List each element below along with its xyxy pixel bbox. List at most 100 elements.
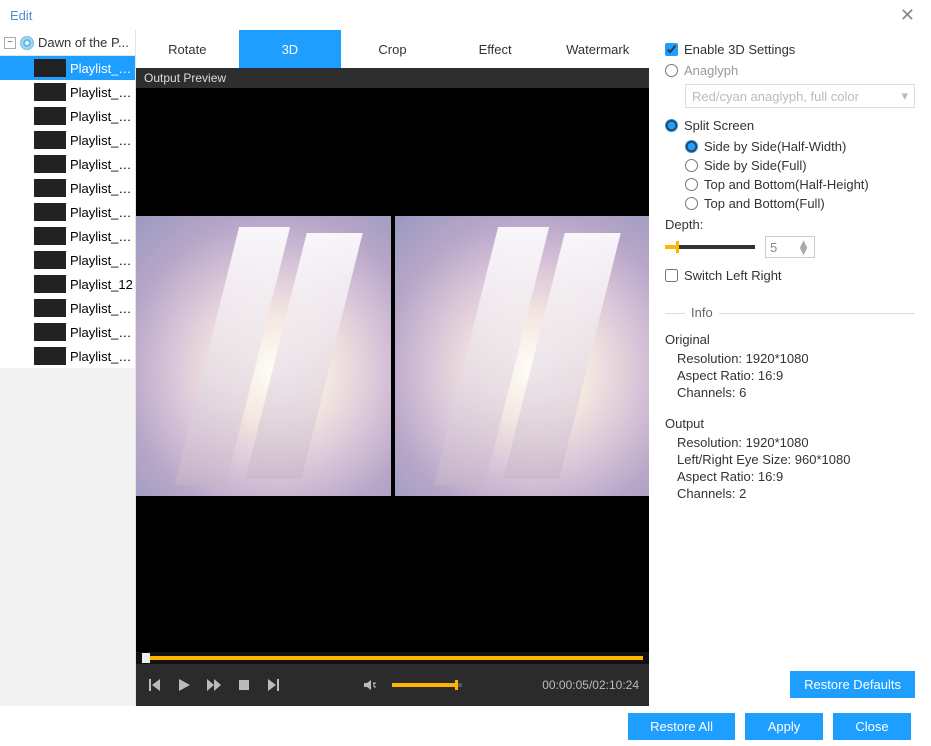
info-output-aspect: Aspect Ratio: 16:9 bbox=[677, 469, 915, 484]
play-icon[interactable] bbox=[176, 677, 192, 693]
info-output-eye: Left/Right Eye Size: 960*1080 bbox=[677, 452, 915, 467]
switch-lr-checkbox[interactable]: Switch Left Right bbox=[665, 268, 915, 283]
depth-value: 5 bbox=[770, 240, 777, 255]
tab-effect[interactable]: Effect bbox=[444, 30, 547, 68]
depth-stepper[interactable]: 5 ▲▼ bbox=[765, 236, 815, 258]
sidebar: − Dawn of the P... Playlist_80.. Playlis… bbox=[0, 30, 136, 706]
close-button[interactable]: Close bbox=[833, 713, 911, 740]
volume-slider[interactable] bbox=[392, 683, 462, 687]
thumbnail bbox=[34, 131, 66, 149]
disc-name: Dawn of the P... bbox=[38, 35, 131, 50]
playlist-label: Playlist_14.. bbox=[70, 181, 135, 196]
timeline-thumb[interactable] bbox=[142, 653, 150, 663]
thumbnail bbox=[34, 227, 66, 245]
top-full-radio[interactable]: Top and Bottom(Full) bbox=[685, 196, 915, 211]
playlist-label: Playlist_122 bbox=[70, 301, 135, 316]
thumbnail bbox=[34, 299, 66, 317]
playlist-item[interactable]: Playlist_12 bbox=[0, 272, 135, 296]
fast-forward-icon[interactable] bbox=[206, 677, 222, 693]
info-output-channels: Channels: 2 bbox=[677, 486, 915, 501]
info-original-aspect: Aspect Ratio: 16:9 bbox=[677, 368, 915, 383]
info-original-resolution: Resolution: 1920*1080 bbox=[677, 351, 915, 366]
volume-icon[interactable] bbox=[362, 677, 378, 693]
playlist-label: Playlist_251 bbox=[70, 229, 135, 244]
chevron-down-icon: ▾ bbox=[901, 88, 908, 104]
playlist-label: Playlist_12 bbox=[70, 277, 133, 292]
thumbnail bbox=[34, 59, 66, 77]
playlist-item[interactable]: Playlist_800 bbox=[0, 200, 135, 224]
playlist-label: Playlist_12.. bbox=[70, 109, 135, 124]
playlist-item[interactable]: Playlist_141 bbox=[0, 320, 135, 344]
playlist-label: Playlist_12.. bbox=[70, 133, 135, 148]
thumbnail bbox=[34, 203, 66, 221]
thumbnail bbox=[34, 155, 66, 173]
apply-button[interactable]: Apply bbox=[745, 713, 823, 740]
info-original-channels: Channels: 6 bbox=[677, 385, 915, 400]
footer: Restore All Apply Close bbox=[0, 706, 931, 746]
playlist-item[interactable]: Playlist_12.. bbox=[0, 128, 135, 152]
thumbnail bbox=[34, 275, 66, 293]
playlist-item[interactable]: Playlist_12.. bbox=[0, 152, 135, 176]
thumbnail bbox=[34, 251, 66, 269]
enable-3d-checkbox[interactable]: Enable 3D Settings bbox=[665, 42, 915, 57]
stop-icon[interactable] bbox=[236, 677, 252, 693]
anaglyph-select[interactable]: Red/cyan anaglyph, full color ▾ bbox=[685, 84, 915, 108]
playlist-item[interactable]: Playlist_251 bbox=[0, 224, 135, 248]
playlist-item[interactable]: Playlist_123 bbox=[0, 248, 135, 272]
playlist-label: Playlist_80.. bbox=[70, 61, 135, 76]
time-display: 00:00:05/02:10:24 bbox=[542, 678, 639, 692]
depth-slider[interactable] bbox=[665, 245, 755, 249]
window-title: Edit bbox=[10, 8, 32, 23]
playlist-item[interactable]: Playlist_14.. bbox=[0, 176, 135, 200]
playlist-label: Playlist_25.. bbox=[70, 85, 135, 100]
playlist-item[interactable]: Playlist_250 bbox=[0, 344, 135, 368]
tabs: Rotate 3D Crop Effect Watermark bbox=[136, 30, 649, 68]
side-full-radio[interactable]: Side by Side(Full) bbox=[685, 158, 915, 173]
thumbnail bbox=[34, 107, 66, 125]
restore-all-button[interactable]: Restore All bbox=[628, 713, 735, 740]
thumbnail bbox=[34, 83, 66, 101]
side-half-radio[interactable]: Side by Side(Half-Width) bbox=[685, 139, 915, 154]
disc-icon bbox=[20, 36, 34, 50]
split-screen-radio[interactable]: Split Screen bbox=[665, 118, 915, 133]
info-title: Info bbox=[685, 305, 719, 320]
close-icon[interactable]: ✕ bbox=[894, 5, 921, 26]
tab-watermark[interactable]: Watermark bbox=[546, 30, 649, 68]
preview-right-eye bbox=[395, 216, 650, 496]
anaglyph-select-value: Red/cyan anaglyph, full color bbox=[692, 89, 859, 104]
info-output-heading: Output bbox=[665, 416, 915, 431]
playlist-label: Playlist_141 bbox=[70, 325, 135, 340]
playlist-label: Playlist_800 bbox=[70, 205, 135, 220]
tab-3d[interactable]: 3D bbox=[239, 30, 342, 68]
titlebar: Edit ✕ bbox=[0, 0, 931, 30]
playlist-label: Playlist_12.. bbox=[70, 157, 135, 172]
playlist-label: Playlist_123 bbox=[70, 253, 135, 268]
playlist-item[interactable]: Playlist_122 bbox=[0, 296, 135, 320]
playlist-item[interactable]: Playlist_12.. bbox=[0, 104, 135, 128]
thumbnail bbox=[34, 347, 66, 365]
anaglyph-radio[interactable]: Anaglyph bbox=[665, 63, 915, 78]
depth-label: Depth: bbox=[665, 217, 915, 232]
info-original-heading: Original bbox=[665, 332, 915, 347]
tab-crop[interactable]: Crop bbox=[341, 30, 444, 68]
timeline[interactable] bbox=[136, 652, 649, 664]
playlist-label: Playlist_250 bbox=[70, 349, 135, 364]
preview-left-eye bbox=[136, 216, 391, 496]
playlist-item[interactable]: Playlist_80.. bbox=[0, 56, 135, 80]
prev-icon[interactable] bbox=[146, 677, 162, 693]
top-half-radio[interactable]: Top and Bottom(Half-Height) bbox=[685, 177, 915, 192]
spinner-arrows-icon[interactable]: ▲▼ bbox=[797, 240, 810, 254]
disc-header[interactable]: − Dawn of the P... bbox=[0, 30, 135, 56]
restore-defaults-button[interactable]: Restore Defaults bbox=[790, 671, 915, 698]
thumbnail bbox=[34, 323, 66, 341]
collapse-icon[interactable]: − bbox=[4, 37, 16, 49]
thumbnail bbox=[34, 179, 66, 197]
tab-rotate[interactable]: Rotate bbox=[136, 30, 239, 68]
preview-area: Output Preview bbox=[136, 68, 649, 706]
next-icon[interactable] bbox=[266, 677, 282, 693]
playlist-item[interactable]: Playlist_25.. bbox=[0, 80, 135, 104]
info-output-resolution: Resolution: 1920*1080 bbox=[677, 435, 915, 450]
player-controls: 00:00:05/02:10:24 bbox=[136, 664, 649, 706]
settings-panel: Enable 3D Settings Anaglyph Red/cyan ana… bbox=[649, 30, 931, 706]
preview-title: Output Preview bbox=[136, 68, 649, 88]
